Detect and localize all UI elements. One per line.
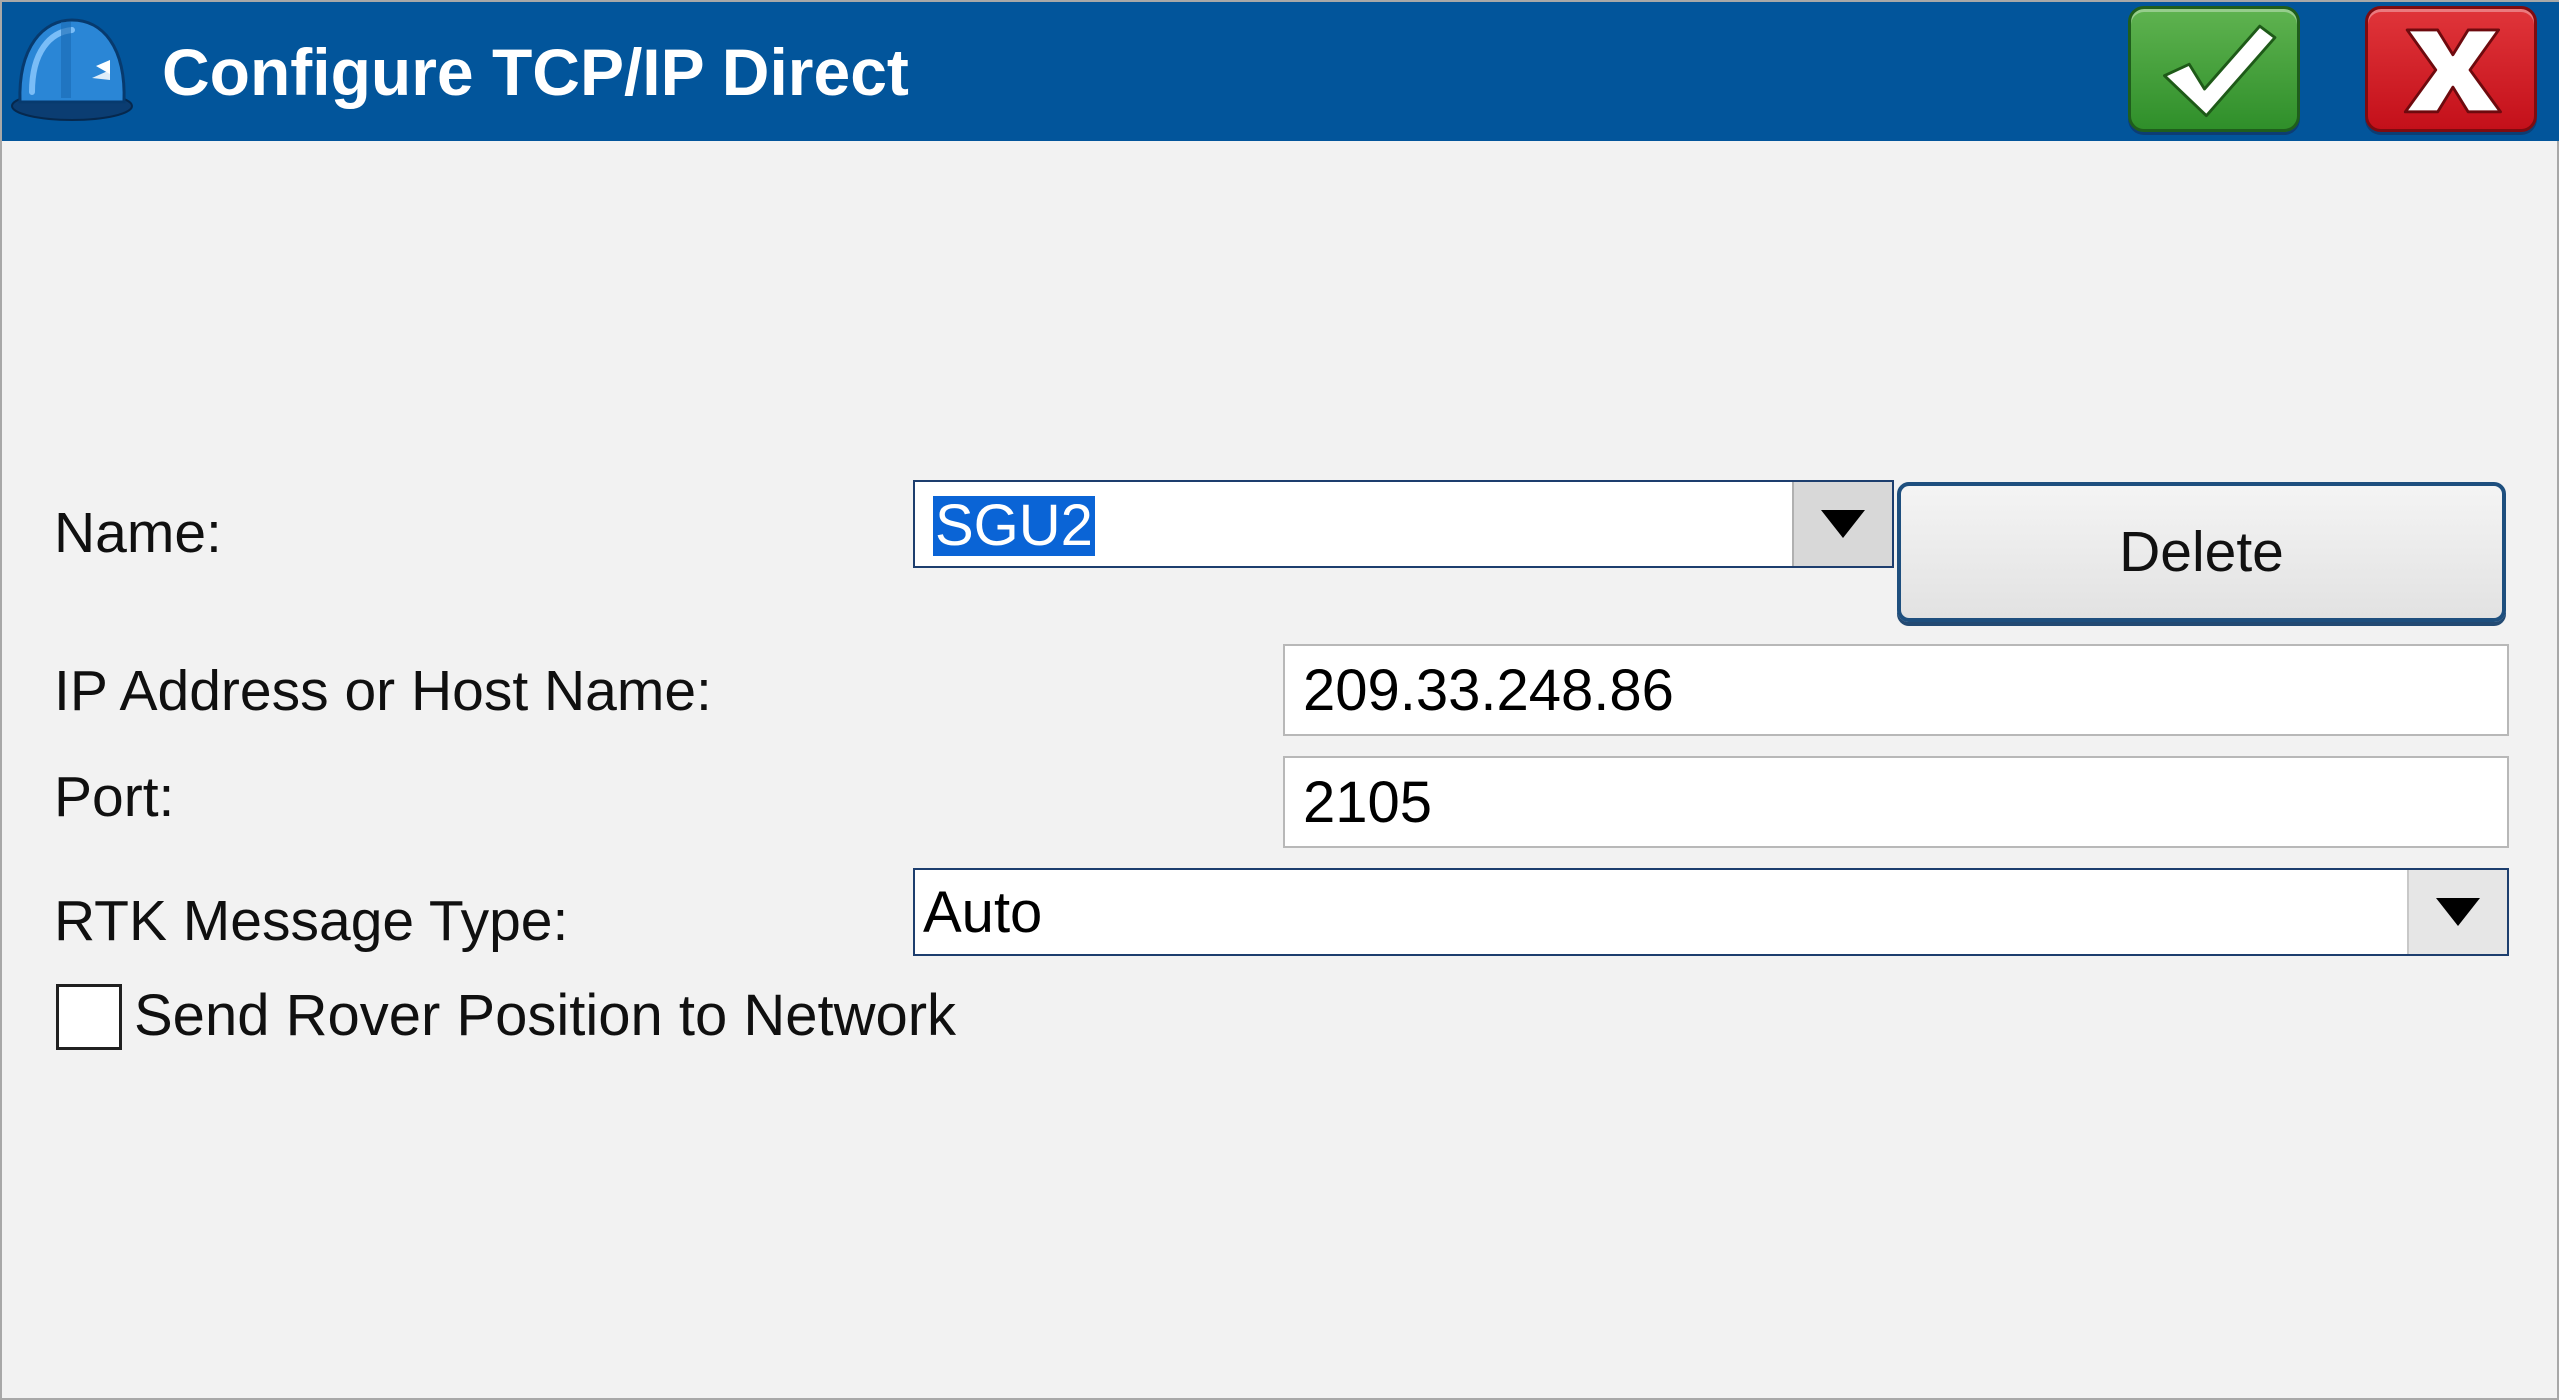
window-title: Configure TCP/IP Direct — [162, 35, 909, 109]
configure-tcpip-dialog: Configure TCP/IP Direct Name: SGU2 Delet… — [0, 0, 2559, 1400]
name-combobox[interactable]: SGU2 — [913, 480, 1894, 568]
checkmark-icon — [2163, 24, 2277, 118]
cancel-button[interactable] — [2365, 6, 2537, 132]
rtk-message-type-label: RTK Message Type: — [54, 889, 569, 953]
port-input[interactable] — [1283, 756, 2509, 848]
ip-address-input[interactable] — [1283, 644, 2509, 736]
name-value[interactable]: SGU2 — [933, 496, 1095, 556]
accept-button[interactable] — [2128, 6, 2300, 132]
hard-hat-icon — [6, 6, 136, 126]
triangle-down-icon — [1821, 510, 1865, 538]
send-rover-position-checkbox[interactable] — [56, 984, 122, 1050]
close-x-icon — [2403, 28, 2502, 114]
name-dropdown-button[interactable] — [1792, 482, 1892, 566]
port-label: Port: — [54, 765, 175, 829]
delete-button[interactable]: Delete — [1897, 482, 2506, 622]
name-label: Name: — [54, 501, 222, 565]
rtk-message-type-select[interactable]: Auto — [913, 868, 2509, 956]
rtk-message-type-value: Auto — [923, 880, 1043, 945]
ip-address-label: IP Address or Host Name: — [54, 659, 712, 723]
triangle-down-icon — [2436, 898, 2480, 926]
send-rover-position-label[interactable]: Send Rover Position to Network — [134, 982, 956, 1049]
title-bar: Configure TCP/IP Direct — [2, 2, 2559, 141]
rtk-dropdown-button[interactable] — [2407, 870, 2507, 954]
